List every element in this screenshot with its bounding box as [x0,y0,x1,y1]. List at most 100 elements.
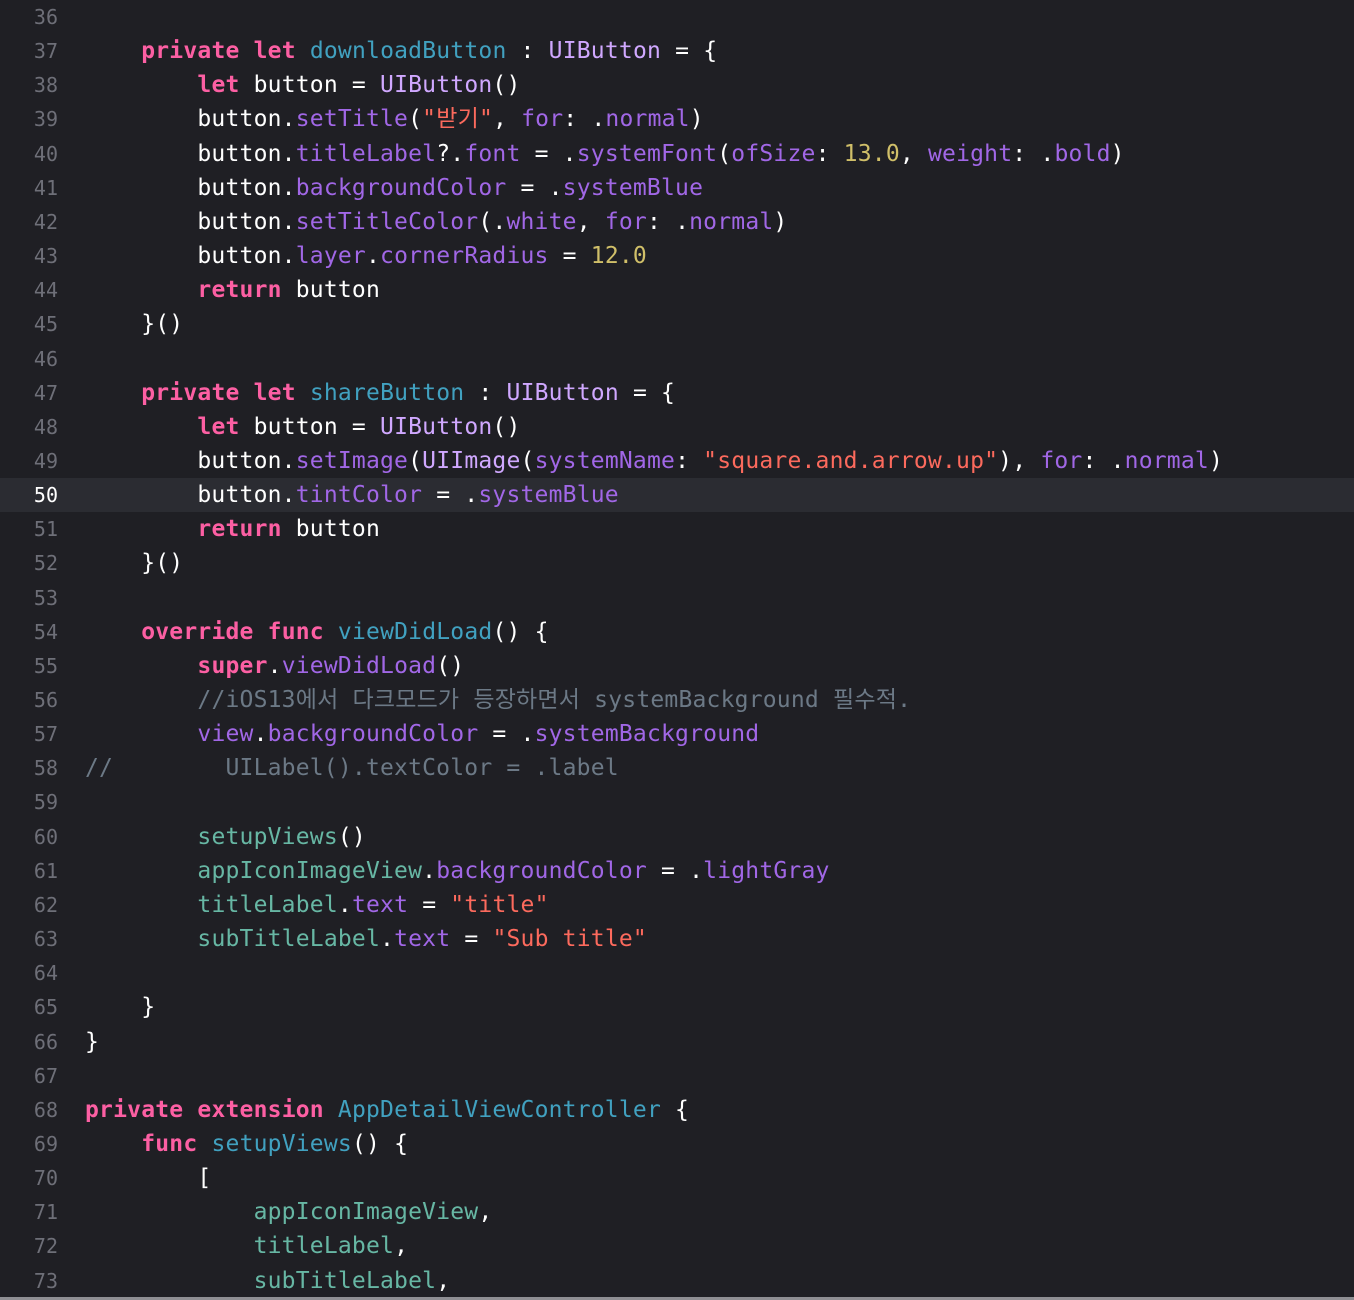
code-text[interactable]: private let downloadButton : UIButton = … [85,34,717,68]
code-text[interactable]: let button = UIButton() [85,410,521,444]
code-line[interactable]: 70 [ [0,1161,1354,1195]
code-text[interactable]: override func viewDidLoad() { [85,615,549,649]
line-number[interactable]: 60 [0,820,58,854]
code-text[interactable]: titleLabel, [85,1229,408,1263]
code-line[interactable]: 45 }() [0,307,1354,341]
code-text[interactable]: // UILabel().textColor = .label [85,751,619,785]
code-line[interactable]: 51 return button [0,512,1354,546]
code-text[interactable]: button.setTitle("받기", for: .normal) [85,102,704,136]
code-text[interactable]: } [85,990,155,1024]
line-number[interactable]: 41 [0,171,58,205]
code-line[interactable]: 57 view.backgroundColor = .systemBackgro… [0,717,1354,751]
code-text[interactable]: button.titleLabel?.font = .systemFont(of… [85,137,1125,171]
code-text[interactable]: } [85,1025,99,1059]
line-number[interactable]: 42 [0,205,58,239]
code-line[interactable]: 69 func setupViews() { [0,1127,1354,1161]
code-line[interactable]: 46 [0,342,1354,376]
code-line[interactable]: 71 appIconImageView, [0,1195,1354,1229]
code-editor[interactable]: 36 37 private let downloadButton : UIButt… [0,0,1354,1300]
line-number[interactable]: 73 [0,1264,58,1298]
code-text[interactable]: setupViews() [85,820,366,854]
code-line[interactable]: 72 titleLabel, [0,1229,1354,1263]
code-line[interactable]: 65 } [0,990,1354,1024]
code-text[interactable]: appIconImageView.backgroundColor = .ligh… [85,854,830,888]
code-line[interactable]: 61 appIconImageView.backgroundColor = .l… [0,854,1354,888]
code-line[interactable]: 38 let button = UIButton() [0,68,1354,102]
line-number[interactable]: 71 [0,1195,58,1229]
code-line[interactable]: 68 private extension AppDetailViewControl… [0,1093,1354,1127]
code-text[interactable]: return button [85,512,380,546]
line-number[interactable]: 58 [0,751,58,785]
code-text[interactable]: button.backgroundColor = .systemBlue [85,171,703,205]
code-text[interactable]: //iOS13에서 다크모드가 등장하면서 systemBackground 필… [85,683,911,717]
line-number[interactable]: 52 [0,546,58,580]
code-line[interactable]: 41 button.backgroundColor = .systemBlue [0,171,1354,205]
line-number[interactable]: 59 [0,785,58,819]
code-line[interactable]: 54 override func viewDidLoad() { [0,615,1354,649]
line-number[interactable]: 67 [0,1059,58,1093]
line-number[interactable]: 65 [0,990,58,1024]
line-number[interactable]: 64 [0,956,58,990]
line-number[interactable]: 44 [0,273,58,307]
code-text[interactable]: private let shareButton : UIButton = { [85,376,675,410]
line-number[interactable]: 43 [0,239,58,273]
line-number[interactable]: 37 [0,34,58,68]
code-line[interactable]: 62 titleLabel.text = "title" [0,888,1354,922]
code-text[interactable]: subTitleLabel, [85,1264,450,1298]
code-text[interactable]: titleLabel.text = "title" [85,888,549,922]
code-line[interactable]: 59 [0,785,1354,819]
code-line[interactable]: 42 button.setTitleColor(.white, for: .no… [0,205,1354,239]
line-number[interactable]: 36 [0,0,58,34]
line-number[interactable]: 62 [0,888,58,922]
code-line[interactable]: 44 return button [0,273,1354,307]
code-line[interactable]: 52 }() [0,546,1354,580]
code-line[interactable]: 53 [0,581,1354,615]
code-text[interactable]: func setupViews() { [85,1127,408,1161]
code-line[interactable]: 64 [0,956,1354,990]
line-number[interactable]: 63 [0,922,58,956]
line-number[interactable]: 53 [0,581,58,615]
line-number[interactable]: 61 [0,854,58,888]
code-line[interactable]: 36 [0,0,1354,34]
code-text[interactable]: button.setImage(UIImage(systemName: "squ… [85,444,1223,478]
line-number[interactable]: 72 [0,1229,58,1263]
line-number[interactable]: 38 [0,68,58,102]
code-text[interactable]: [ [85,1161,211,1195]
line-number[interactable]: 66 [0,1025,58,1059]
line-number[interactable]: 49 [0,444,58,478]
line-number[interactable]: 54 [0,615,58,649]
code-line[interactable]: 37 private let downloadButton : UIButton… [0,34,1354,68]
code-text[interactable]: button.setTitleColor(.white, for: .norma… [85,205,787,239]
code-text[interactable]: let button = UIButton() [85,68,521,102]
line-number[interactable]: 46 [0,342,58,376]
code-text[interactable]: }() [85,307,183,341]
line-number[interactable]: 50 [0,478,58,512]
code-line[interactable]: 55 super.viewDidLoad() [0,649,1354,683]
code-text[interactable]: view.backgroundColor = .systemBackground [85,717,759,751]
line-number[interactable]: 70 [0,1161,58,1195]
line-number[interactable]: 57 [0,717,58,751]
code-text[interactable]: button.tintColor = .systemBlue [85,478,619,512]
code-line[interactable]: 66} [0,1025,1354,1059]
code-line[interactable]: 40 button.titleLabel?.font = .systemFont… [0,137,1354,171]
code-text[interactable]: private extension AppDetailViewControlle… [85,1093,689,1127]
code-line[interactable]: 48 let button = UIButton() [0,410,1354,444]
code-line-current[interactable]: 50 button.tintColor = .systemBlue [0,478,1354,513]
code-line[interactable]: 73 subTitleLabel, [0,1264,1354,1298]
line-number[interactable]: 45 [0,307,58,341]
line-number[interactable]: 40 [0,137,58,171]
code-text[interactable]: }() [85,546,183,580]
code-line[interactable]: 56 //iOS13에서 다크모드가 등장하면서 systemBackgroun… [0,683,1354,717]
code-text[interactable]: button.layer.cornerRadius = 12.0 [85,239,647,273]
code-line[interactable]: 43 button.layer.cornerRadius = 12.0 [0,239,1354,273]
line-number[interactable]: 47 [0,376,58,410]
line-number[interactable]: 55 [0,649,58,683]
line-number[interactable]: 48 [0,410,58,444]
code-line[interactable]: 39 button.setTitle("받기", for: .normal) [0,102,1354,136]
code-text[interactable]: return button [85,273,380,307]
line-number[interactable]: 51 [0,512,58,546]
code-text[interactable]: subTitleLabel.text = "Sub title" [85,922,647,956]
line-number[interactable]: 69 [0,1127,58,1161]
code-text[interactable]: appIconImageView, [85,1195,493,1229]
line-number[interactable]: 68 [0,1093,58,1127]
